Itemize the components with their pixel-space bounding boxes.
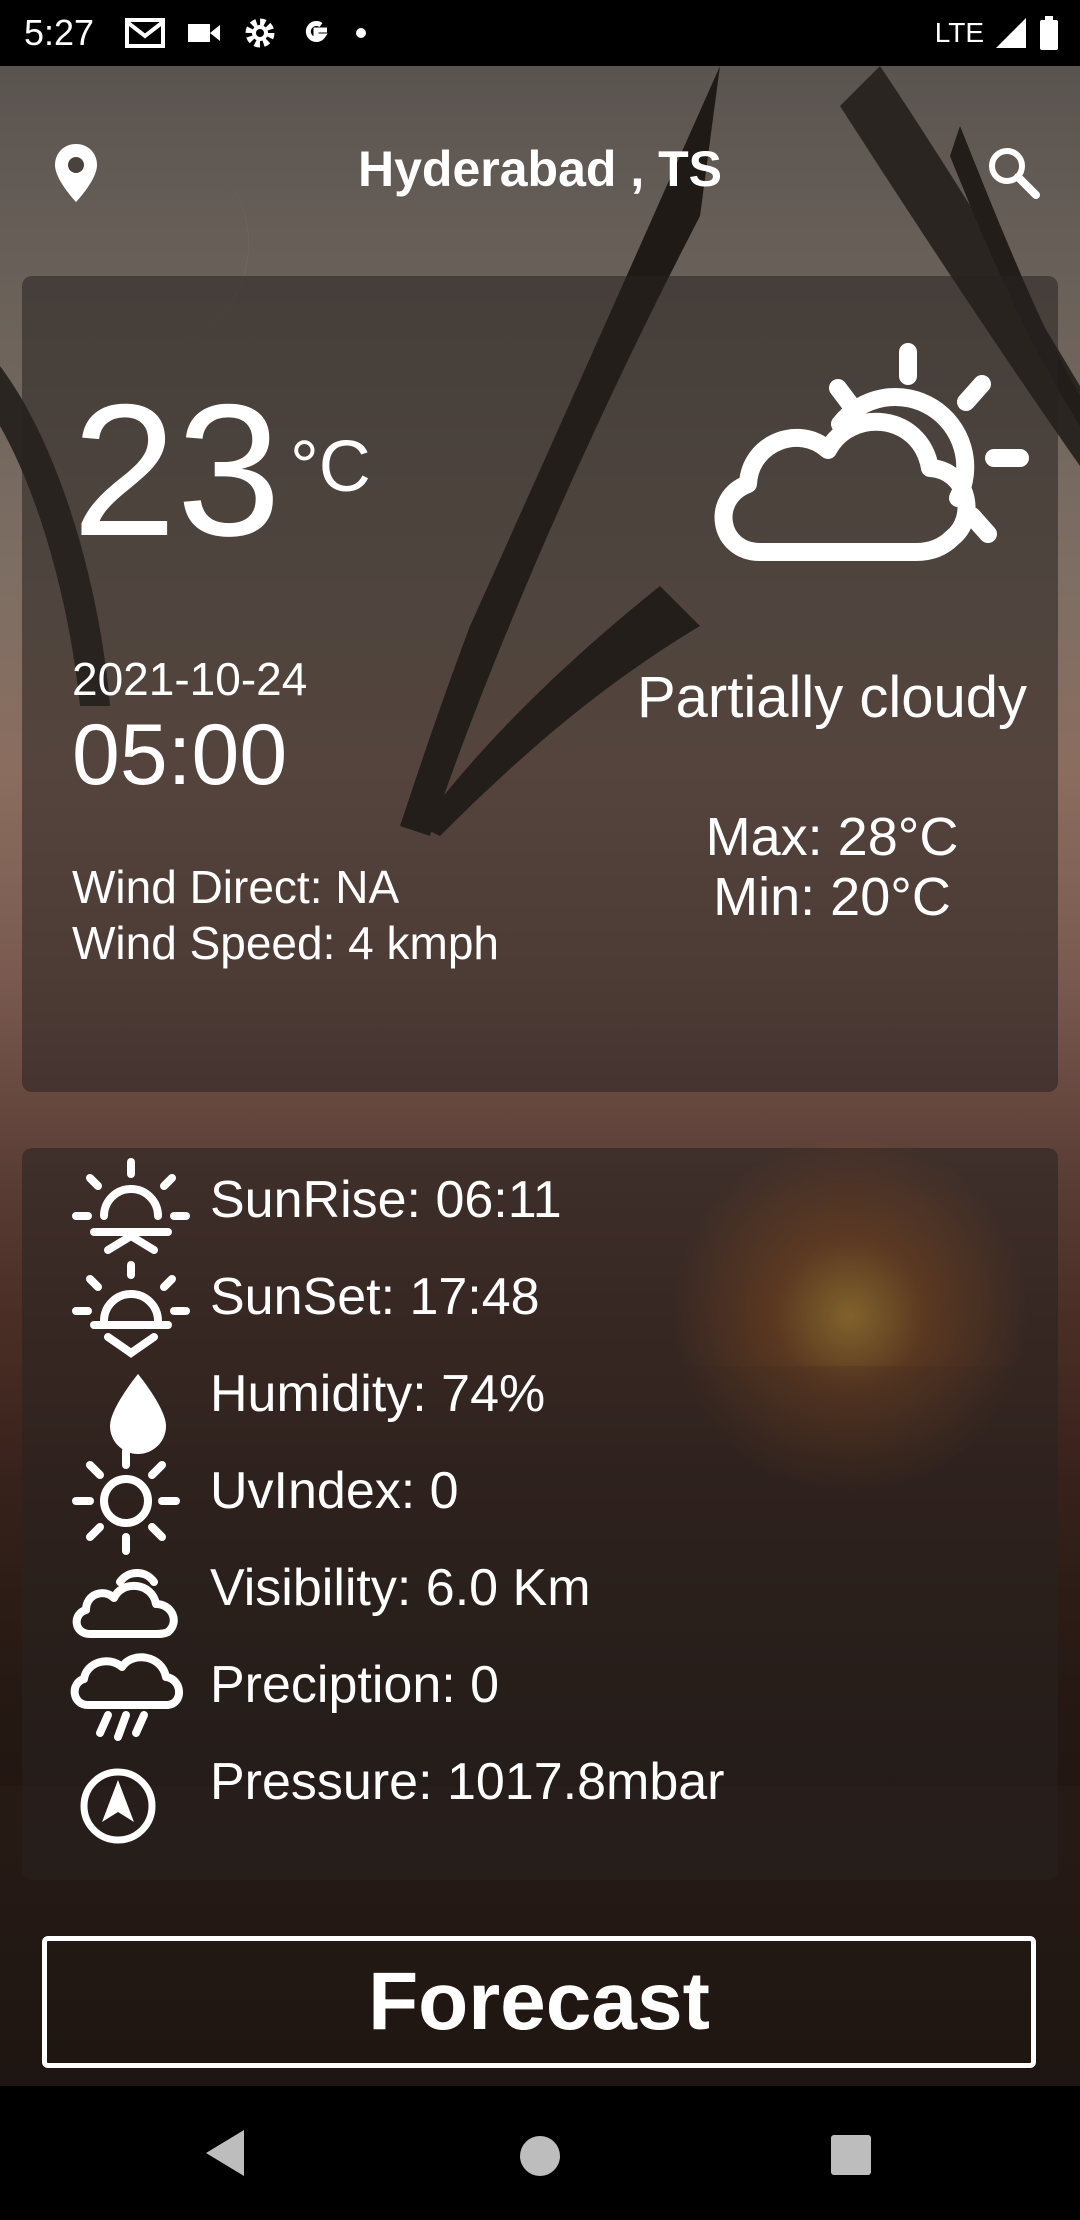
google-icon [305,21,328,42]
video-icon [188,24,220,42]
temperature-unit: °C [290,427,371,507]
uv-index-icon [72,1447,180,1555]
status-bar: 5:27 LTE [0,0,1080,66]
pressure-text: Pressure: 1017.8mbar [210,1753,725,1811]
wind-speed: Wind Speed: 4 kmph [72,917,500,969]
detail-row-sunset: SunSet: 17:48 [22,1261,1058,1364]
wind-direction: Wind Direct: NA [72,861,400,913]
time-label: 05:00 [72,707,288,803]
sunset-text: SunSet: 17:48 [210,1268,540,1326]
signal-icon [996,18,1026,48]
status-time: 5:27 [24,12,95,53]
sunrise-icon [72,1158,190,1254]
search-icon[interactable] [985,144,1041,200]
battery-icon [1040,16,1058,50]
rain-icon [70,1653,183,1741]
date-label: 2021-10-24 [72,653,308,705]
temperature-value: 23 [72,365,282,575]
detail-row-uv-index: UvIndex: 0 [22,1447,1058,1558]
navigation-bar [0,2086,1080,2220]
partly-cloudy-icon [714,343,1029,561]
network-type: LTE [934,17,984,48]
weather-screen: 5:27 LTE Hyderabad , TS 23 °C 2021-10-24… [0,0,1080,2220]
city-name[interactable]: Hyderabad , TS [0,140,1080,198]
detail-row-pressure: Pressure: 1017.8mbar [22,1752,1058,1849]
notification-icons [125,12,367,54]
system-icons: LTE [935,12,1060,54]
humidity-text: Humidity: 74% [210,1365,546,1423]
back-triangle-icon[interactable] [202,2128,246,2178]
settings-icon [245,18,275,48]
gmail-icon [125,18,165,48]
min-temperature: Min: 20°C [713,867,951,927]
detail-row-precipitation: Preciption: 0 [22,1653,1058,1752]
visibility-cloud-icon [72,1569,178,1638]
sunset-icon [72,1261,190,1358]
sunrise-text: SunRise: 06:11 [210,1171,562,1229]
home-circle-icon[interactable] [518,2134,562,2178]
detail-row-sunrise: SunRise: 06:11 [22,1158,1058,1267]
condition-text: Partially cloudy [636,665,1028,730]
uv-index-text: UvIndex: 0 [210,1462,459,1520]
detail-row-visibility: Visibility: 6.0 Km [22,1558,1058,1655]
precipitation-text: Preciption: 0 [210,1656,500,1714]
max-temperature: Max: 28°C [705,807,959,867]
recents-square-icon[interactable] [830,2134,872,2176]
forecast-button[interactable]: Forecast [42,1936,1036,2068]
pressure-compass-icon [80,1768,156,1844]
weather-details-card: SunRise: 06:11 SunSet: 17:48 Humidity: 7… [22,1148,1058,1880]
visibility-text: Visibility: 6.0 Km [210,1559,591,1617]
dot-icon [356,28,366,38]
current-weather-card: 23 °C 2021-10-24 05:00 Wind Direct: NA W… [22,276,1058,1092]
